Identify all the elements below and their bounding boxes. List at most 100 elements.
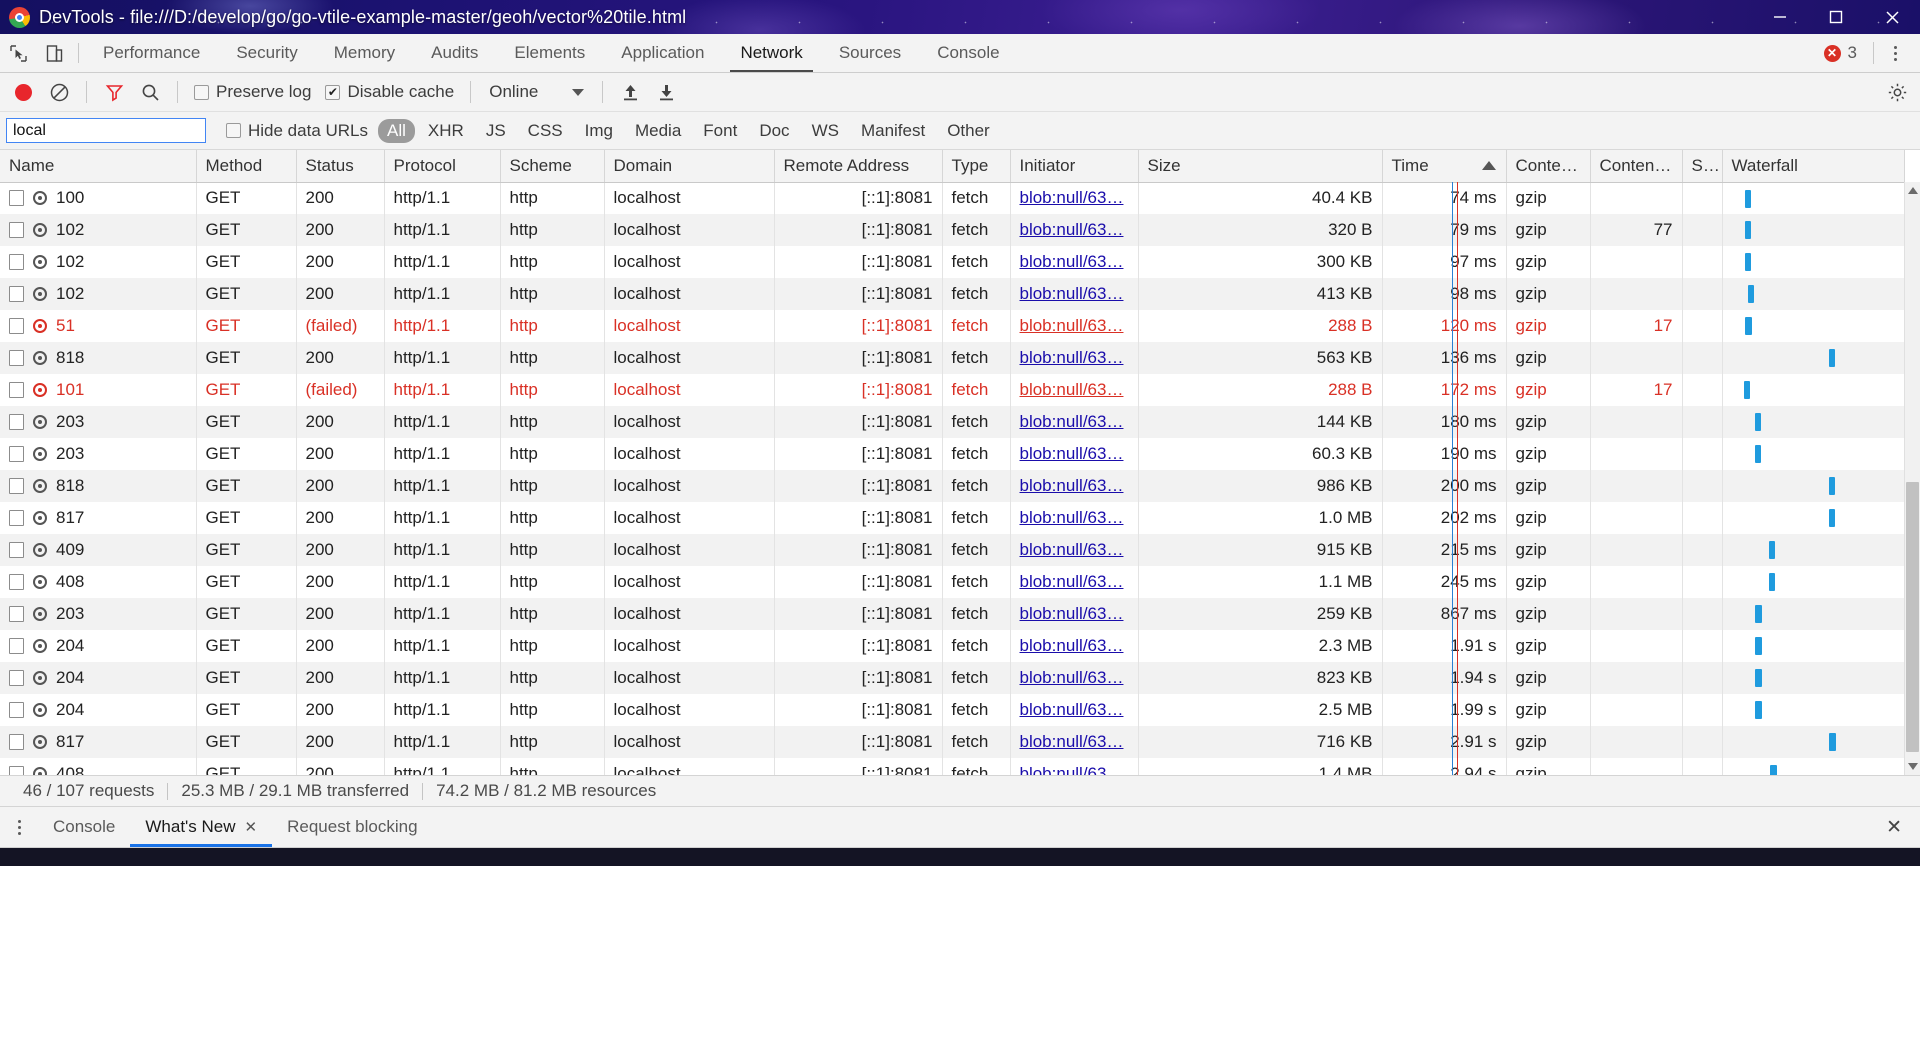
- filter-chip-css[interactable]: CSS: [519, 119, 572, 143]
- initiator-link[interactable]: blob:null/63…: [1020, 572, 1124, 591]
- filter-chip-font[interactable]: Font: [694, 119, 746, 143]
- table-row[interactable]: 203 GET 200 http/1.1 http localhost [::1]:8081…: [0, 598, 1904, 630]
- column-header-time[interactable]: Time: [1382, 150, 1507, 183]
- initiator-link[interactable]: blob:null/63…: [1020, 444, 1124, 463]
- maximize-button[interactable]: [1808, 0, 1864, 34]
- export-har-icon[interactable]: [649, 75, 683, 109]
- filter-chip-js[interactable]: JS: [477, 119, 515, 143]
- throttle-dropdown[interactable]: Online: [481, 82, 592, 102]
- column-header-content-length[interactable]: Conten…: [1590, 150, 1683, 183]
- tab-memory[interactable]: Memory: [316, 34, 413, 72]
- initiator-link[interactable]: blob:null/63…: [1020, 412, 1124, 431]
- column-header-scheme[interactable]: Scheme: [500, 150, 605, 183]
- row-checkbox[interactable]: [9, 670, 24, 686]
- row-checkbox[interactable]: [9, 702, 24, 718]
- table-row[interactable]: 100 GET 200 http/1.1 http localhost [::1]:8081…: [0, 182, 1904, 214]
- scroll-down-arrow-icon[interactable]: [1905, 758, 1920, 775]
- column-header-method[interactable]: Method: [196, 150, 297, 183]
- row-checkbox[interactable]: [9, 766, 24, 775]
- row-checkbox[interactable]: [9, 510, 24, 526]
- row-checkbox[interactable]: [9, 254, 24, 270]
- filter-funnel-icon[interactable]: [97, 75, 131, 109]
- initiator-link[interactable]: blob:null/63…: [1020, 540, 1124, 559]
- initiator-link[interactable]: blob:null/63…: [1020, 700, 1124, 719]
- minimize-button[interactable]: [1752, 0, 1808, 34]
- row-checkbox[interactable]: [9, 222, 24, 238]
- import-har-icon[interactable]: [613, 75, 647, 109]
- table-row[interactable]: 408 GET 200 http/1.1 http localhost [::1]:8081…: [0, 758, 1904, 775]
- scrollbar-thumb[interactable]: [1906, 482, 1919, 752]
- table-row[interactable]: 203 GET 200 http/1.1 http localhost [::1]:8081…: [0, 406, 1904, 438]
- table-row[interactable]: 102 GET 200 http/1.1 http localhost [::1]:8081…: [0, 214, 1904, 246]
- column-header-initiator[interactable]: Initiator: [1010, 150, 1139, 183]
- initiator-link[interactable]: blob:null/63…: [1020, 316, 1124, 335]
- row-checkbox[interactable]: [9, 574, 24, 590]
- row-checkbox[interactable]: [9, 318, 24, 334]
- drawer-tab-request-blocking[interactable]: Request blocking: [272, 807, 432, 847]
- tab-network[interactable]: Network: [722, 34, 820, 72]
- column-header-type[interactable]: Type: [942, 150, 1011, 183]
- gear-icon[interactable]: [1880, 75, 1914, 109]
- row-checkbox[interactable]: [9, 446, 24, 462]
- table-row[interactable]: 818 GET 200 http/1.1 http localhost [::1]:8081…: [0, 470, 1904, 502]
- column-header-waterfall[interactable]: Waterfall: [1722, 150, 1905, 183]
- tab-application[interactable]: Application: [603, 34, 722, 72]
- hide-data-urls-checkbox[interactable]: Hide data URLs: [220, 121, 374, 141]
- initiator-link[interactable]: blob:null/63…: [1020, 284, 1124, 303]
- initiator-link[interactable]: blob:null/63…: [1020, 668, 1124, 687]
- filter-chip-manifest[interactable]: Manifest: [852, 119, 934, 143]
- table-row[interactable]: 203 GET 200 http/1.1 http localhost [::1]:8081…: [0, 438, 1904, 470]
- close-button[interactable]: [1864, 0, 1920, 34]
- tab-performance[interactable]: Performance: [85, 34, 218, 72]
- initiator-link[interactable]: blob:null/63…: [1020, 764, 1124, 775]
- column-header-protocol[interactable]: Protocol: [384, 150, 501, 183]
- initiator-link[interactable]: blob:null/63…: [1020, 604, 1124, 623]
- vertical-scrollbar[interactable]: [1904, 182, 1920, 775]
- kebab-menu-icon[interactable]: [1878, 45, 1912, 61]
- preserve-log-checkbox[interactable]: Preserve log: [188, 82, 317, 102]
- row-checkbox[interactable]: [9, 286, 24, 302]
- error-count-badge[interactable]: ✕ 3: [1823, 43, 1869, 63]
- table-row[interactable]: 817 GET 200 http/1.1 http localhost [::1]:8081…: [0, 726, 1904, 758]
- table-row[interactable]: 204 GET 200 http/1.1 http localhost [::1]:8081…: [0, 694, 1904, 726]
- row-checkbox[interactable]: [9, 478, 24, 494]
- row-checkbox[interactable]: [9, 606, 24, 622]
- tab-elements[interactable]: Elements: [496, 34, 603, 72]
- row-checkbox[interactable]: [9, 638, 24, 654]
- initiator-link[interactable]: blob:null/63…: [1020, 636, 1124, 655]
- column-header-name[interactable]: Name: [0, 150, 197, 183]
- filter-chip-doc[interactable]: Doc: [750, 119, 798, 143]
- initiator-link[interactable]: blob:null/63…: [1020, 380, 1124, 399]
- column-header-content-encoding[interactable]: Conte…: [1506, 150, 1591, 183]
- column-header-domain[interactable]: Domain: [604, 150, 775, 183]
- filter-chip-xhr[interactable]: XHR: [419, 119, 473, 143]
- row-checkbox[interactable]: [9, 734, 24, 750]
- drawer-tab-whats-new[interactable]: What's New ✕: [130, 807, 272, 847]
- drawer-tab-console[interactable]: Console: [38, 807, 130, 847]
- filter-chip-media[interactable]: Media: [626, 119, 690, 143]
- column-header-size[interactable]: Size: [1138, 150, 1383, 183]
- filter-chip-all[interactable]: All: [378, 118, 415, 143]
- initiator-link[interactable]: blob:null/63…: [1020, 220, 1124, 239]
- column-header-status[interactable]: Status: [296, 150, 385, 183]
- initiator-link[interactable]: blob:null/63…: [1020, 732, 1124, 751]
- initiator-link[interactable]: blob:null/63…: [1020, 508, 1124, 527]
- disable-cache-checkbox[interactable]: Disable cache: [319, 82, 460, 102]
- filter-input[interactable]: [6, 118, 206, 143]
- scroll-up-arrow-icon[interactable]: [1905, 182, 1920, 199]
- clear-button-icon[interactable]: [42, 75, 76, 109]
- close-icon[interactable]: ✕: [245, 818, 258, 836]
- initiator-link[interactable]: blob:null/63…: [1020, 188, 1124, 207]
- tab-audits[interactable]: Audits: [413, 34, 496, 72]
- table-row[interactable]: 51 GET (failed) http/1.1 http localhost [::1]:…: [0, 310, 1904, 342]
- initiator-link[interactable]: blob:null/63…: [1020, 348, 1124, 367]
- table-row[interactable]: 204 GET 200 http/1.1 http localhost [::1]:8081…: [0, 630, 1904, 662]
- drawer-close-button[interactable]: ✕: [1886, 807, 1920, 847]
- row-checkbox[interactable]: [9, 350, 24, 366]
- table-row[interactable]: 204 GET 200 http/1.1 http localhost [::1]:8081…: [0, 662, 1904, 694]
- row-checkbox[interactable]: [9, 414, 24, 430]
- column-header-remote-address[interactable]: Remote Address: [774, 150, 943, 183]
- table-row[interactable]: 818 GET 200 http/1.1 http localhost [::1]:8081…: [0, 342, 1904, 374]
- row-checkbox[interactable]: [9, 542, 24, 558]
- device-toolbar-icon[interactable]: [36, 34, 72, 72]
